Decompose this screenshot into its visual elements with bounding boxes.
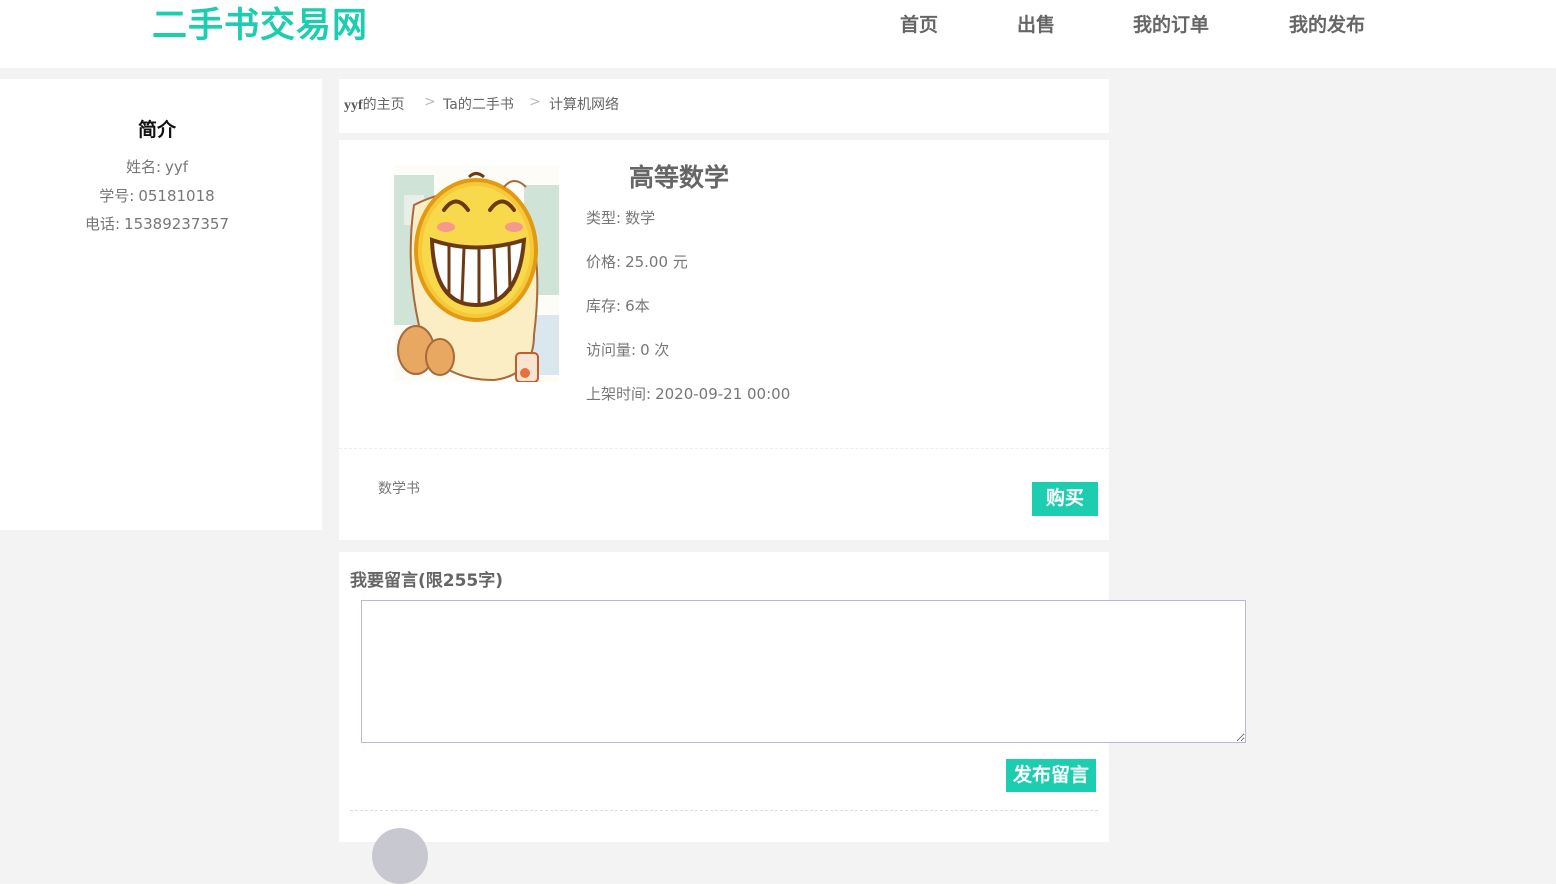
book-type-value: 数学: [625, 209, 656, 227]
book-listed-time: 上架时间: 2020-09-21 00:00: [586, 383, 790, 404]
breadcrumb-separator-icon: >: [424, 94, 436, 110]
breadcrumb: yyf的主页 > Ta的二手书 > 计算机网络: [339, 79, 1109, 133]
book-listed-value: 2020-09-21 00:00: [655, 385, 791, 403]
book-stock-label: 库存:: [586, 297, 622, 315]
profile-id-label: 学号:: [99, 187, 135, 205]
book-price-label: 价格:: [586, 253, 622, 271]
book-stock: 库存: 6本: [586, 295, 650, 316]
book-type-label: 类型:: [586, 209, 622, 227]
book-description: 数学书: [378, 481, 420, 497]
card-divider: [339, 448, 1109, 449]
book-detail-card: 高等数学 类型: 数学 价格: 25.00 元 库存: 6本 访问量: 0 次 上架时间…: [339, 140, 1109, 540]
breadcrumb-separator-icon: >: [529, 94, 541, 110]
breadcrumb-shop[interactable]: Ta的二手书: [443, 94, 514, 114]
breadcrumb-user-home[interactable]: yyf的主页: [344, 94, 405, 114]
post-comment-button[interactable]: 发布留言: [1006, 759, 1096, 792]
profile-title: 简介: [137, 119, 176, 141]
commenter-avatar: [372, 828, 428, 884]
nav-home[interactable]: 首页: [900, 12, 938, 38]
nav-my-orders[interactable]: 我的订单: [1133, 12, 1209, 38]
profile-phone-label: 电话:: [84, 215, 121, 233]
profile-name: 姓名: yyf: [0, 156, 314, 177]
comment-textarea[interactable]: [361, 600, 1246, 743]
book-type: 类型: 数学: [586, 207, 655, 228]
profile-id-value: 05181018: [138, 187, 215, 205]
book-stock-value: 6本: [625, 297, 650, 315]
buy-button[interactable]: 购买: [1032, 482, 1098, 516]
profile-student-id: 学号: 05181018: [0, 185, 314, 206]
profile-name-value: yyf: [165, 158, 189, 176]
breadcrumb-user-name: yyf: [344, 98, 363, 113]
profile-panel: 简介 姓名: yyf 学号: 05181018 电话: 15389237357: [0, 79, 322, 530]
book-price-value: 25.00 元: [625, 253, 688, 271]
profile-name-label: 姓名:: [125, 158, 161, 176]
site-logo[interactable]: 二手书交易网: [152, 4, 368, 48]
comment-divider: [350, 810, 1098, 811]
profile-phone: 电话: 15389237357: [0, 213, 314, 234]
book-views-label: 访问量:: [586, 341, 637, 359]
book-cover-image: [394, 165, 559, 382]
breadcrumb-category[interactable]: 计算机网络: [549, 94, 619, 114]
book-title: 高等数学: [629, 163, 730, 192]
nav-my-posts[interactable]: 我的发布: [1289, 12, 1365, 38]
book-listed-label: 上架时间:: [586, 385, 652, 403]
smiley-cartoon-icon: [394, 165, 559, 382]
top-header: 二手书交易网 首页 出售 我的订单 我的发布: [0, 0, 1556, 68]
breadcrumb-home-suffix: 的主页: [362, 97, 405, 113]
book-views: 访问量: 0 次: [586, 339, 669, 360]
profile-phone-value: 15389237357: [124, 215, 230, 233]
nav-sell[interactable]: 出售: [1017, 12, 1055, 38]
comment-heading: 我要留言(限255字): [350, 571, 504, 591]
book-views-value: 0 次: [640, 341, 670, 359]
book-price: 价格: 25.00 元: [586, 251, 688, 272]
